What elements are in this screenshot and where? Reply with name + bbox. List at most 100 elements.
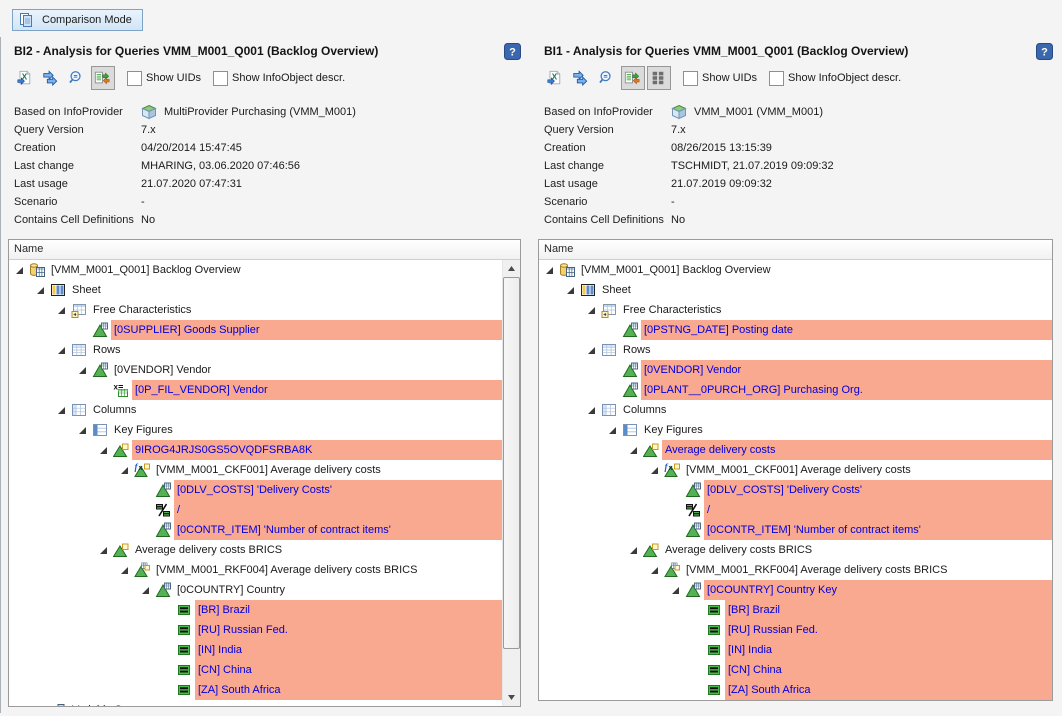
expand-arrow-icon[interactable] xyxy=(120,466,134,475)
tree-item[interactable]: Average delivery costs BRICS xyxy=(539,540,1052,560)
help-icon[interactable]: ? xyxy=(1036,43,1053,60)
tree-item[interactable]: [0CONTR_ITEM] 'Number of contract items' xyxy=(539,520,1052,540)
excel-export-button[interactable]: X xyxy=(543,66,567,90)
tree-item[interactable]: [0PLANT__0PURCH_ORG] Purchasing Org. xyxy=(539,380,1052,400)
expand-arrow-icon[interactable] xyxy=(78,426,92,435)
expand-arrow-icon[interactable] xyxy=(566,286,580,295)
excel-export-button[interactable]: X xyxy=(13,66,37,90)
scroll-up-button[interactable] xyxy=(503,260,520,277)
expand-arrow-icon[interactable] xyxy=(587,306,601,315)
tree-item[interactable]: [0CONTR_ITEM] 'Number of contract items' xyxy=(9,520,503,540)
operator-icon xyxy=(685,502,701,518)
expand-arrow-icon[interactable] xyxy=(57,406,71,415)
meta-value: TSCHMIDT, 21.07.2019 09:09:32 xyxy=(671,160,834,172)
swap-button[interactable] xyxy=(569,66,593,90)
tree-item[interactable]: [RU] Russian Fed. xyxy=(9,620,503,640)
search-button[interactable] xyxy=(595,66,619,90)
tree-item[interactable]: [RU] Russian Fed. xyxy=(539,620,1052,640)
expand-arrow-icon[interactable] xyxy=(629,446,643,455)
expand-arrow-icon[interactable] xyxy=(629,546,643,555)
compare-button[interactable] xyxy=(91,66,115,90)
tree-item[interactable]: [0VENDOR] Vendor xyxy=(539,360,1052,380)
expand-arrow-icon[interactable] xyxy=(141,586,155,595)
checkbox-box[interactable] xyxy=(127,71,142,86)
show-uids-checkbox[interactable]: Show UIDs xyxy=(683,71,757,86)
checkbox-box[interactable] xyxy=(213,71,228,86)
scroll-down-button[interactable] xyxy=(503,689,520,706)
tree-item[interactable]: [BR] Brazil xyxy=(539,600,1052,620)
expand-arrow-icon[interactable] xyxy=(671,586,685,595)
tree-item[interactable]: [VMM_M001_RKF004] Average delivery costs… xyxy=(539,560,1052,580)
tree-item[interactable]: Rows xyxy=(9,340,503,360)
tree-item[interactable]: [VMM_M001_Q001] Backlog Overview xyxy=(539,260,1052,280)
tree-item[interactable]: Average delivery costs xyxy=(539,440,1052,460)
tree-item[interactable]: [CN] China xyxy=(539,660,1052,680)
tree-item[interactable]: [0DLV_COSTS] 'Delivery Costs' xyxy=(539,480,1052,500)
compare-icon xyxy=(94,70,110,86)
tree-item[interactable]: [0DLV_COSTS] 'Delivery Costs' xyxy=(9,480,503,500)
tree-item[interactable]: [BR] Brazil xyxy=(9,600,503,620)
tree-item[interactable]: [IN] India xyxy=(9,640,503,660)
tree-item[interactable]: Free Characteristics xyxy=(539,300,1052,320)
show-infoobject-descr-checkbox[interactable]: Show InfoObject descr. xyxy=(769,71,901,86)
expand-arrow-icon[interactable] xyxy=(78,366,92,375)
scrollbar-thumb[interactable] xyxy=(503,277,520,649)
tree-item[interactable]: xVariable Sequence xyxy=(9,700,503,706)
swap-button[interactable] xyxy=(39,66,63,90)
tree-item[interactable]: [0VENDOR] Vendor xyxy=(9,360,503,380)
expand-arrow-icon[interactable] xyxy=(36,286,50,295)
tree-item[interactable]: [0SUPPLIER] Goods Supplier xyxy=(9,320,503,340)
expand-arrow-icon[interactable] xyxy=(57,306,71,315)
tree-item[interactable]: fx[VMM_M001_CKF001] Average delivery cos… xyxy=(9,460,503,480)
tree-item[interactable]: x[0P_FIL_VENDOR] Vendor xyxy=(9,380,503,400)
tree-item[interactable]: Free Characteristics xyxy=(9,300,503,320)
expand-arrow-icon[interactable] xyxy=(545,266,559,275)
checkbox-box[interactable] xyxy=(769,71,784,86)
tree-item[interactable]: Sheet xyxy=(539,280,1052,300)
tree-item[interactable]: [ZA] South Africa xyxy=(9,680,503,700)
vertical-scrollbar[interactable] xyxy=(502,260,520,706)
expand-arrow-icon[interactable] xyxy=(650,466,664,475)
tree-item[interactable]: Columns xyxy=(9,400,503,420)
query-icon xyxy=(29,262,45,278)
tree-item[interactable]: Columns xyxy=(539,400,1052,420)
tree-item[interactable]: [CN] China xyxy=(9,660,503,680)
expand-arrow-icon[interactable] xyxy=(587,406,601,415)
tree-item[interactable]: Sheet xyxy=(9,280,503,300)
compare-button[interactable] xyxy=(621,66,645,90)
grid-view-button[interactable] xyxy=(647,66,671,90)
tree-item-label: [0PLANT__0PURCH_ORG] Purchasing Org. xyxy=(641,380,1052,400)
expand-arrow-icon[interactable] xyxy=(650,566,664,575)
meta-value-text: - xyxy=(671,196,675,208)
show-uids-checkbox[interactable]: Show UIDs xyxy=(127,71,201,86)
tree-item[interactable]: [0PSTNG_DATE] Posting date xyxy=(539,320,1052,340)
checkbox-box[interactable] xyxy=(683,71,698,86)
expand-arrow-icon[interactable] xyxy=(99,546,113,555)
expand-arrow-icon[interactable] xyxy=(608,426,622,435)
tree-item[interactable]: [VMM_M001_Q001] Backlog Overview xyxy=(9,260,503,280)
tree-item[interactable]: 9IROG4JRJS0GS5OVQDFSRBA8K xyxy=(9,440,503,460)
tree-item[interactable]: [0COUNTRY] Country Key xyxy=(539,580,1052,600)
tree-item[interactable]: / xyxy=(539,500,1052,520)
search-button[interactable] xyxy=(65,66,89,90)
tree-item[interactable]: [VMM_M001_RKF004] Average delivery costs… xyxy=(9,560,503,580)
tree-item[interactable]: Rows xyxy=(539,340,1052,360)
expand-arrow-icon[interactable] xyxy=(99,446,113,455)
tree-item-label: Rows xyxy=(90,340,124,360)
expand-arrow-icon[interactable] xyxy=(15,266,29,275)
expand-arrow-icon[interactable] xyxy=(57,346,71,355)
tree-item[interactable]: [IN] India xyxy=(539,640,1052,660)
tree-item[interactable]: Key Figures xyxy=(9,420,503,440)
show-infoobject-descr-checkbox[interactable]: Show InfoObject descr. xyxy=(213,71,345,86)
tree-item[interactable]: [ZA] South Africa xyxy=(539,680,1052,700)
tree-item[interactable]: fx[VMM_M001_CKF001] Average delivery cos… xyxy=(539,460,1052,480)
help-icon[interactable]: ? xyxy=(504,43,521,60)
expand-arrow-icon[interactable] xyxy=(587,346,601,355)
comparison-mode-button[interactable]: Comparison Mode xyxy=(12,9,143,31)
expand-arrow-icon[interactable] xyxy=(36,706,50,707)
tree-item[interactable]: Average delivery costs BRICS xyxy=(9,540,503,560)
tree-item[interactable]: [0COUNTRY] Country xyxy=(9,580,503,600)
expand-arrow-icon[interactable] xyxy=(120,566,134,575)
tree-item[interactable]: Key Figures xyxy=(539,420,1052,440)
tree-item[interactable]: / xyxy=(9,500,503,520)
